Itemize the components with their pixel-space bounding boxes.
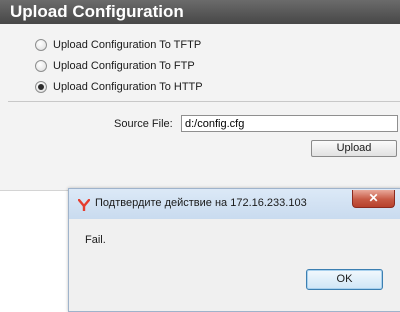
ok-button[interactable]: OK: [306, 269, 383, 290]
radio-option-tftp[interactable]: Upload Configuration To TFTP: [35, 37, 201, 53]
close-icon: ✕: [368, 191, 379, 205]
radio-label-http: Upload Configuration To HTTP: [53, 81, 203, 93]
dialog-message: Fail.: [85, 234, 106, 246]
dialog-title: Подтвердите действие на 172.16.233.103: [95, 197, 307, 209]
yandex-browser-icon: [77, 198, 91, 212]
radio-button-tftp[interactable]: [35, 39, 47, 51]
divider: [8, 101, 400, 102]
radio-option-ftp[interactable]: Upload Configuration To FTP: [35, 58, 195, 74]
radio-button-ftp[interactable]: [35, 60, 47, 72]
panel-header: Upload Configuration: [0, 0, 400, 24]
source-file-input[interactable]: [181, 115, 398, 132]
upload-button[interactable]: Upload: [311, 140, 397, 157]
dialog-body: Fail. OK: [75, 219, 393, 305]
radio-label-ftp: Upload Configuration To FTP: [53, 60, 195, 72]
confirm-dialog: Подтвердите действие на 172.16.233.103 ✕…: [68, 188, 400, 312]
radio-button-http[interactable]: [35, 81, 47, 93]
panel-title: Upload Configuration: [10, 2, 184, 21]
source-file-label: Source File:: [114, 118, 173, 130]
upload-configuration-panel: Upload Configuration Upload Configuratio…: [0, 0, 400, 191]
radio-option-http[interactable]: Upload Configuration To HTTP: [35, 79, 203, 95]
radio-label-tftp: Upload Configuration To TFTP: [53, 39, 202, 51]
dialog-titlebar[interactable]: Подтвердите действие на 172.16.233.103 ✕: [69, 189, 400, 219]
dialog-close-button[interactable]: ✕: [352, 190, 395, 208]
